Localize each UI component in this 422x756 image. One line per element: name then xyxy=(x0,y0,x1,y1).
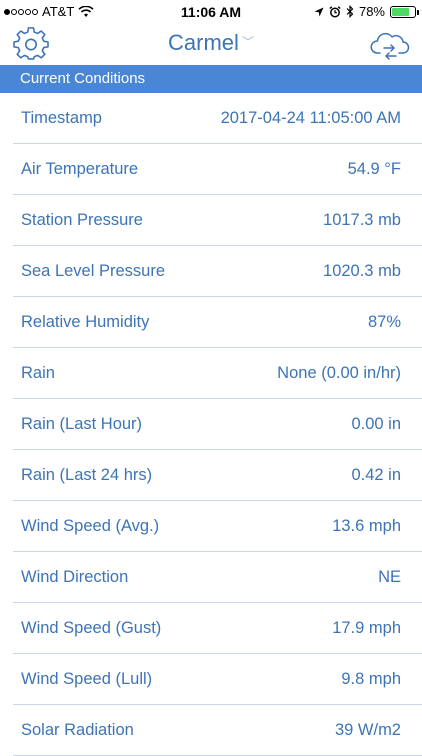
list-item: Rain None (0.00 in/hr) xyxy=(13,348,422,399)
row-label: Rain xyxy=(21,363,55,382)
row-label: Sea Level Pressure xyxy=(21,261,165,280)
row-label: Timestamp xyxy=(21,108,102,127)
battery-icon xyxy=(390,5,419,18)
nav-bar: Carmel ﹀ xyxy=(0,24,422,65)
list-item: Rain (Last 24 hrs) 0.42 in xyxy=(13,450,422,501)
row-value: 13.6 mph xyxy=(332,516,401,535)
row-label: Wind Direction xyxy=(21,567,129,586)
list-item: Rain (Last Hour) 0.00 in xyxy=(13,399,422,450)
row-label: Wind Speed (Avg.) xyxy=(21,516,160,535)
conditions-list: Timestamp 2017-04-24 11:05:00 AM Air Tempe… xyxy=(0,93,422,756)
row-value: 0.00 in xyxy=(351,414,401,433)
list-item: Wind Speed (Lull) 9.8 mph xyxy=(13,654,422,705)
list-item: Timestamp 2017-04-24 11:05:00 AM xyxy=(13,93,422,144)
row-label: Relative Humidity xyxy=(21,312,150,331)
location-arrow-icon xyxy=(314,7,324,16)
list-item: Sea Level Pressure 1020.3 mb xyxy=(13,246,422,297)
battery-percent: 78% xyxy=(358,4,385,19)
list-item: Wind Speed (Avg.) 13.6 mph xyxy=(13,501,422,552)
station-title: Carmel xyxy=(168,30,239,55)
list-item: Relative Humidity 87% xyxy=(13,297,422,348)
row-label: Air Temperature xyxy=(21,159,139,178)
station-selector[interactable]: Carmel ﹀ xyxy=(0,30,422,56)
row-value: 1017.3 mb xyxy=(323,210,401,229)
bluetooth-icon xyxy=(346,5,354,18)
chevron-down-icon: ﹀ xyxy=(241,35,254,49)
row-label: Station Pressure xyxy=(21,210,143,229)
row-label: Wind Speed (Lull) xyxy=(21,669,153,688)
row-value: 0.42 in xyxy=(351,465,401,484)
status-bar: AT&T 11:06 AM 78% xyxy=(0,0,422,24)
list-item: Station Pressure 1017.3 mb xyxy=(13,195,422,246)
row-value: 9.8 mph xyxy=(341,669,401,688)
alarm-icon xyxy=(329,5,341,17)
list-item: Solar Radiation 39 W/m2 xyxy=(13,705,422,756)
row-value: 54.9 °F xyxy=(347,159,401,178)
row-value: NE xyxy=(378,567,401,586)
section-header-current-conditions: Current Conditions xyxy=(0,65,422,93)
list-item: Wind Direction NE xyxy=(13,552,422,603)
list-item: Air Temperature 54.9 °F xyxy=(13,144,422,195)
row-label: Rain (Last 24 hrs) xyxy=(21,465,153,484)
row-label: Solar Radiation xyxy=(21,720,134,739)
row-label: Rain (Last Hour) xyxy=(21,414,143,433)
cloud-sync-icon[interactable] xyxy=(370,28,410,62)
row-value: None (0.00 in/hr) xyxy=(277,363,401,382)
row-value: 17.9 mph xyxy=(332,618,401,637)
row-value: 2017-04-24 11:05:00 AM xyxy=(220,108,401,127)
row-label: Wind Speed (Gust) xyxy=(21,618,162,637)
row-value: 87% xyxy=(367,312,401,331)
row-value: 1020.3 mb xyxy=(323,261,401,280)
battery-fill xyxy=(392,7,410,16)
status-right: 78% xyxy=(314,4,419,19)
row-value: 39 W/m2 xyxy=(334,720,401,739)
list-item: Wind Speed (Gust) 17.9 mph xyxy=(13,603,422,654)
